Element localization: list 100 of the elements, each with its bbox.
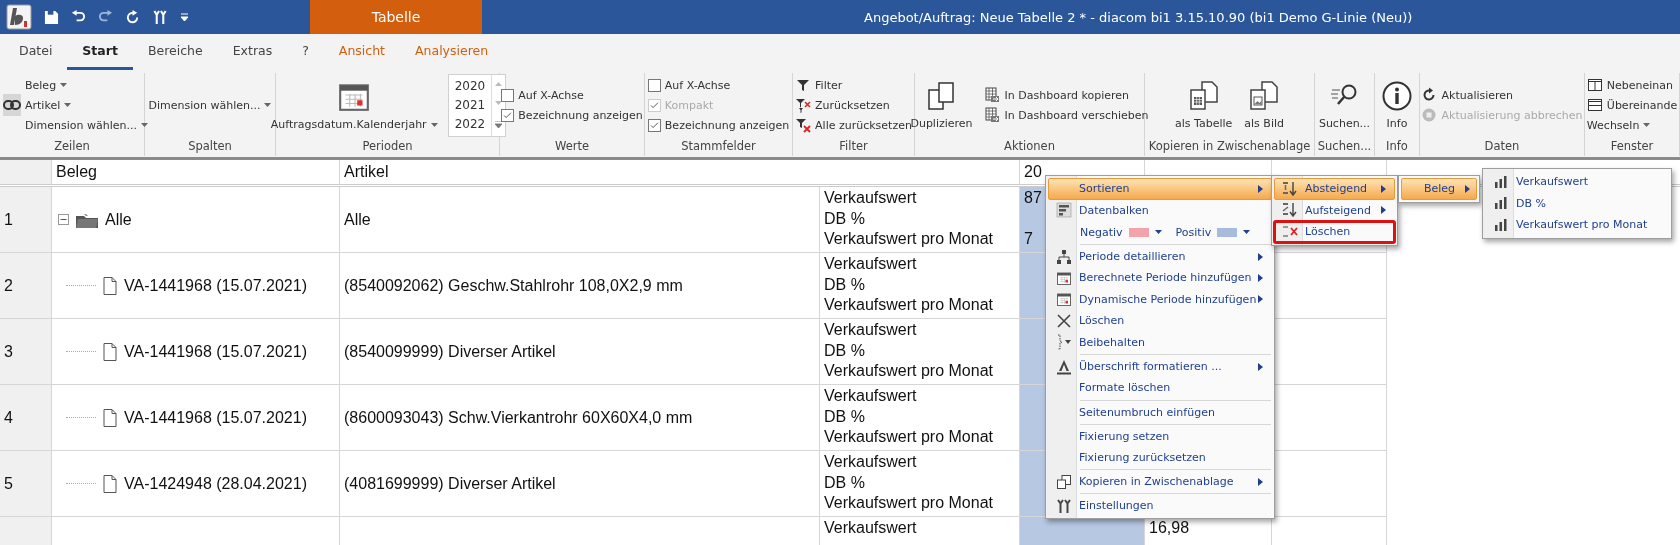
row-number: 5 [0, 451, 52, 517]
ribbon-button[interactable]: Filter [793, 75, 914, 95]
link-toggle[interactable] [3, 94, 21, 116]
ribbon-button[interactable]: In Dashboard verschieben [982, 105, 1151, 125]
menu-item[interactable]: Berechnete Periode hinzufügen [1048, 267, 1272, 289]
dashboard-icon [984, 87, 1001, 103]
link-icon [3, 100, 21, 110]
ribbon-button[interactable]: Suchen... [1316, 80, 1373, 130]
checkmark-icon [502, 109, 514, 121]
submenu-arrow-icon [1258, 184, 1263, 193]
column-header[interactable]: Beleg [52, 160, 340, 184]
stop-icon [1421, 107, 1438, 123]
checkbox[interactable] [647, 78, 661, 92]
menu-item[interactable]: Dynamische Periode hinzufügen [1048, 288, 1272, 310]
menu-item[interactable]: Fixierung zurücksetzen [1048, 446, 1272, 468]
dropdown[interactable]: Wechseln [1584, 115, 1680, 135]
dropdown[interactable]: Beleg [23, 75, 150, 95]
menu-item[interactable]: Beibehalten [1048, 331, 1272, 353]
expand-list-icon [495, 120, 503, 128]
checkbox[interactable] [647, 118, 661, 132]
submenu-arrow-icon [1258, 273, 1263, 282]
customize-icon[interactable] [180, 12, 189, 22]
logo-icon [6, 4, 32, 30]
context-tab[interactable]: Tabelle [310, 0, 482, 34]
data-bar-icon [1056, 202, 1072, 219]
table-cell: (8600093043) Schw.Vierkantrohr 60X60X4,0 mm [340, 385, 820, 451]
menu-item[interactable]: Sortieren [1048, 178, 1272, 200]
ribbon-button[interactable]: als Tabelle [1173, 80, 1235, 130]
ribbon-button[interactable]: Aktualisieren [1419, 85, 1585, 105]
collapse-icon[interactable] [58, 214, 69, 225]
checkbox[interactable] [501, 108, 515, 122]
dropdown[interactable]: Dimension wählen... [23, 115, 150, 135]
row-label: VA-1441968 (15.07.2021) [124, 408, 307, 427]
group-label: Aktionen [1003, 138, 1056, 155]
caret-icon [1243, 230, 1251, 234]
ribbon-tab[interactable]: Bereiche [132, 34, 218, 70]
menu-item[interactable]: Formate löschen [1048, 377, 1272, 399]
caret-icon [1154, 230, 1162, 234]
table-cell: Alle [340, 187, 820, 253]
checkbox-label: Auf X-Achse [518, 88, 584, 102]
ribbon-button[interactable]: Info [1379, 80, 1415, 130]
ribbon-tab[interactable]: Datei [4, 34, 68, 70]
bar-chart-icon [1494, 175, 1508, 188]
ribbon-button[interactable]: In Dashboard kopieren [982, 85, 1151, 105]
save-icon[interactable] [44, 9, 59, 25]
row-label: VA-1441968 (15.07.2021) [124, 276, 307, 295]
box-icon [58, 214, 69, 225]
hierarchy-icon [1056, 248, 1072, 265]
menu-item[interactable]: Verkaufswert [1485, 171, 1669, 193]
menu-item[interactable]: Beleg [1401, 178, 1477, 200]
menu-item[interactable]: Löschen [1274, 221, 1395, 243]
document-icon [102, 342, 118, 361]
submenu-arrow-icon [1465, 184, 1470, 193]
caret-icon [1643, 123, 1651, 127]
row-number: 3 [0, 319, 52, 385]
menu-item[interactable]: Verkaufswert pro Monat [1485, 214, 1669, 236]
calendar-icon [1056, 291, 1072, 308]
color-picker[interactable]: Positiv [1175, 225, 1251, 239]
filter-clear-icon [795, 117, 812, 133]
ribbon-tab[interactable]: Ansicht [323, 34, 400, 70]
stacked-icon [1586, 97, 1603, 113]
group-label: Filter [838, 138, 869, 155]
column-header[interactable]: Artikel [340, 160, 1020, 184]
tools-icon [1056, 497, 1072, 514]
ribbon-button[interactable]: als Bild [1242, 80, 1286, 130]
menu-item[interactable]: DB % [1485, 192, 1669, 214]
info-icon [1381, 80, 1413, 112]
menu-item[interactable]: Absteigend [1274, 178, 1395, 200]
caret-icon [64, 103, 72, 107]
group-label: Fenster [1609, 138, 1655, 155]
ribbon-button[interactable]: Nebeneinan [1584, 75, 1680, 95]
row-label: VA-1441968 (15.07.2021) [124, 342, 307, 361]
ribbon-tab[interactable]: Analysieren [400, 34, 504, 70]
row-number: 4 [0, 385, 52, 451]
ribbon-tab[interactable]: Extras [217, 34, 288, 70]
submenu-arrow-icon [1258, 295, 1263, 304]
filter-icon [795, 77, 812, 93]
side-by-side-icon [1586, 77, 1603, 93]
close-icon [1056, 312, 1072, 329]
ribbon-button[interactable]: Übereinande [1584, 95, 1680, 115]
caret-icon [60, 83, 68, 87]
group-label: Zeilen [53, 138, 91, 155]
checkbox-label: Auf X-Achse [664, 78, 731, 92]
ribbon-button[interactable]: Zurücksetzen [793, 95, 914, 115]
table-cell: (8540099999) Diverser Artikel [340, 319, 820, 385]
submenu-arrow-icon [1258, 362, 1263, 371]
menu-item[interactable]: Aufsteigend [1274, 199, 1395, 221]
menu-item[interactable]: Löschen [1048, 310, 1272, 332]
scroll-up-icon [495, 82, 503, 87]
document-icon [102, 408, 118, 427]
scroll-down-icon [495, 101, 503, 106]
refresh-icon[interactable] [125, 9, 140, 25]
year-list[interactable]: 2020 2021 2022 [447, 73, 507, 137]
tools-icon[interactable] [152, 9, 168, 25]
group-label: Stammfelder [680, 138, 757, 155]
submenu-arrow-icon [1381, 206, 1386, 215]
checkbox[interactable] [501, 88, 515, 102]
caret-icon [430, 122, 438, 127]
ribbon-tab[interactable]: ? [287, 34, 324, 70]
submenu-arrow-icon [1258, 252, 1263, 261]
